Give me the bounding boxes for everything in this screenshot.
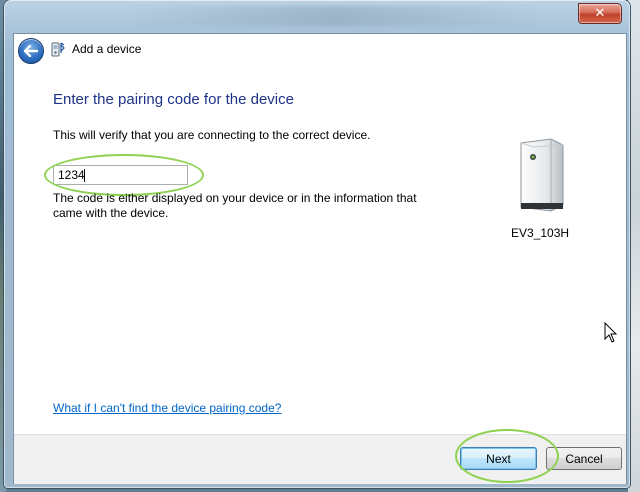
annotation-circle-next [455, 429, 559, 483]
wizard-title: Add a device [72, 42, 142, 56]
device-name: EV3_103H [511, 226, 570, 240]
pairing-code-hint: The code is either displayed on your dev… [53, 191, 417, 220]
computer-tower-icon [520, 138, 564, 212]
mouse-cursor-icon [604, 322, 618, 343]
close-button[interactable]: ✕ [578, 3, 622, 24]
page-description: This will verify that you are connecting… [53, 128, 371, 142]
wizard-content: Add a device Enter the pairing code for … [13, 33, 627, 484]
bluetooth-device-icon [51, 42, 65, 57]
add-device-window: ✕ Add a device Enter the pairing code fo… [4, 0, 630, 488]
page-heading: Enter the pairing code for the device [53, 91, 294, 108]
titlebar-glass [124, 6, 544, 26]
back-button[interactable] [18, 38, 44, 64]
annotation-circle-input [44, 154, 204, 196]
close-icon: ✕ [594, 6, 606, 21]
back-arrow-icon [24, 45, 38, 57]
help-link[interactable]: What if I can't find the device pairing … [53, 401, 281, 415]
